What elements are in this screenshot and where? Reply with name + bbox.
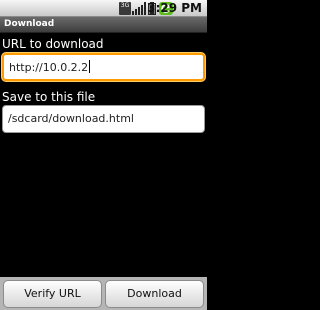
screen: 3G 3:29 PM Download URL to download http… <box>0 0 207 310</box>
title-bar: Download <box>0 17 207 33</box>
signal-icon <box>132 2 146 15</box>
url-input[interactable]: http://10.0.2.2 <box>2 53 205 81</box>
url-label: URL to download <box>2 37 104 51</box>
save-file-label: Save to this file <box>2 90 96 104</box>
save-file-input-value: /sdcard/download.html <box>8 112 134 125</box>
download-button[interactable]: Download <box>105 280 204 308</box>
status-bar: 3G 3:29 PM <box>0 0 207 17</box>
window-title: Download <box>4 19 55 29</box>
button-bar: Verify URL Download <box>0 277 207 310</box>
clock: 3:29 PM <box>147 1 202 15</box>
3g-icon: 3G <box>119 2 131 15</box>
text-cursor <box>89 60 91 73</box>
url-input-value: http://10.0.2.2 <box>9 61 89 74</box>
verify-url-button[interactable]: Verify URL <box>3 280 102 308</box>
network-type-label: 3G <box>120 2 130 9</box>
save-file-input[interactable]: /sdcard/download.html <box>2 105 205 133</box>
